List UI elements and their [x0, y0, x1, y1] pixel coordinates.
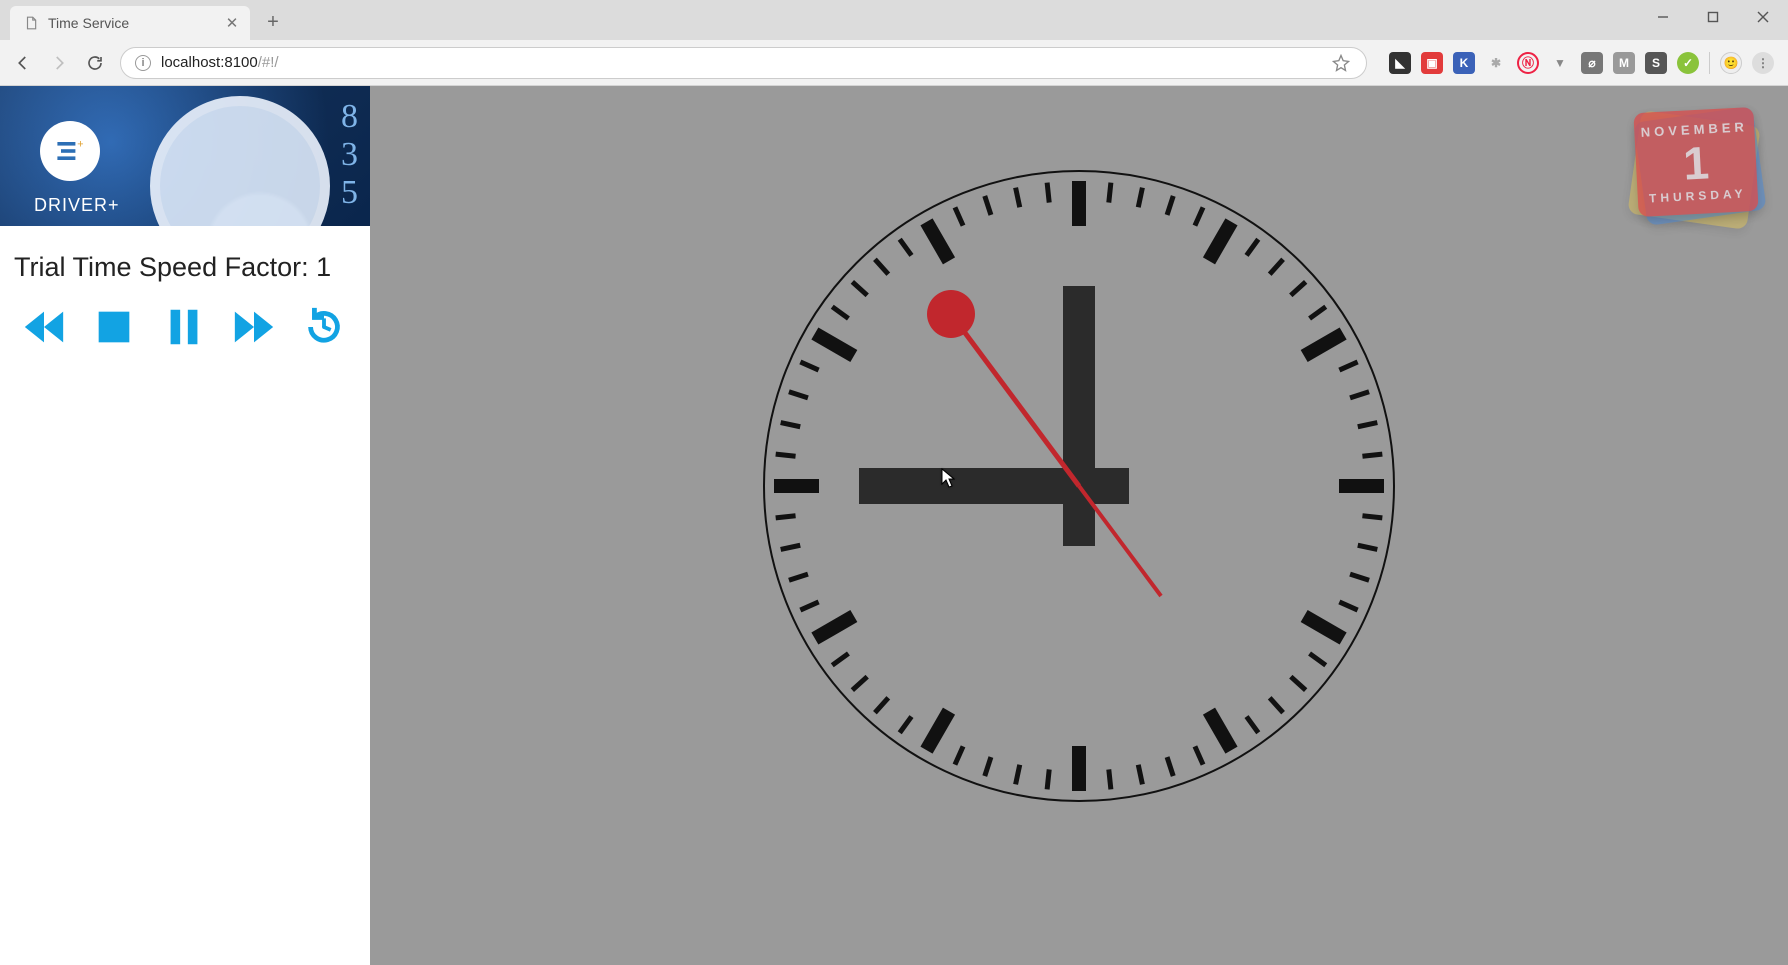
- divider: [1709, 52, 1710, 74]
- extension-icon[interactable]: ▼: [1549, 52, 1571, 74]
- extension-icon[interactable]: Ⓝ: [1517, 52, 1539, 74]
- analog-clock: [759, 166, 1399, 806]
- playback-controls: [0, 299, 370, 355]
- speed-value: 1: [316, 252, 331, 282]
- url-text: localhost:8100/#!/: [161, 54, 1320, 71]
- forward-button[interactable]: [48, 52, 70, 74]
- decorative-digits: 835: [341, 98, 358, 212]
- site-info-icon[interactable]: i: [135, 55, 151, 71]
- fast-forward-button[interactable]: [230, 303, 278, 351]
- stop-button[interactable]: [90, 303, 138, 351]
- extensions-row: ◣ ▣ K ✱ Ⓝ ▼ ⌀ M S ✓ 🙂 ⋮: [1381, 52, 1776, 74]
- close-tab-button[interactable]: ✕: [224, 15, 240, 31]
- back-button[interactable]: [12, 52, 34, 74]
- profile-avatar-icon[interactable]: 🙂: [1720, 52, 1742, 74]
- reset-time-button[interactable]: [300, 303, 348, 351]
- url-field[interactable]: i localhost:8100/#!/: [120, 47, 1367, 79]
- sidebar-header: 835 + DRIVER+: [0, 86, 370, 226]
- extension-icon[interactable]: K: [1453, 52, 1475, 74]
- file-icon: [24, 16, 38, 30]
- speed-prefix: Trial Time Speed Factor:: [14, 252, 316, 282]
- title-bar: Time Service ✕ +: [0, 0, 1788, 40]
- browser-chrome: Time Service ✕ + i localhost:8100/#!/: [0, 0, 1788, 86]
- brand-logo: +: [40, 121, 100, 181]
- main-area: NOVEMBER 1 THURSDAY: [370, 86, 1788, 965]
- calendar-front-page: NOVEMBER 1 THURSDAY: [1633, 107, 1758, 217]
- window-controls: [1638, 0, 1788, 34]
- maximize-button[interactable]: [1688, 0, 1738, 34]
- browser-tab[interactable]: Time Service ✕: [10, 6, 250, 40]
- tab-title: Time Service: [48, 15, 214, 31]
- extension-icon[interactable]: ◣: [1389, 52, 1411, 74]
- pause-button[interactable]: [160, 303, 208, 351]
- extension-icon[interactable]: S: [1645, 52, 1667, 74]
- menu-icon[interactable]: ⋮: [1752, 52, 1774, 74]
- url-host: localhost:8100: [161, 54, 258, 71]
- close-window-button[interactable]: [1738, 0, 1788, 34]
- reload-button[interactable]: [84, 52, 106, 74]
- brand-name: DRIVER+: [34, 195, 120, 216]
- speed-factor-label: Trial Time Speed Factor: 1: [0, 226, 370, 299]
- page-body: 835 + DRIVER+ Trial Time Speed Factor: 1: [0, 86, 1788, 965]
- extension-icon[interactable]: ✱: [1485, 52, 1507, 74]
- extension-icon[interactable]: M: [1613, 52, 1635, 74]
- mouse-cursor-icon: [941, 468, 955, 488]
- extension-icon[interactable]: ✓: [1677, 52, 1699, 74]
- minimize-button[interactable]: [1638, 0, 1688, 34]
- calendar-weekday: THURSDAY: [1649, 186, 1747, 205]
- extension-icon[interactable]: ⌀: [1581, 52, 1603, 74]
- bookmark-star-icon[interactable]: [1330, 52, 1352, 74]
- calendar-day: 1: [1682, 139, 1710, 186]
- svg-text:+: +: [77, 138, 83, 150]
- rewind-button[interactable]: [20, 303, 68, 351]
- calendar-widget: NOVEMBER 1 THURSDAY: [1634, 104, 1764, 224]
- decorative-mini-clock: [150, 96, 330, 226]
- url-path: /#!/: [258, 54, 279, 71]
- address-bar: i localhost:8100/#!/ ◣ ▣ K ✱ Ⓝ ▼ ⌀ M S ✓…: [0, 40, 1788, 86]
- extension-icon[interactable]: ▣: [1421, 52, 1443, 74]
- new-tab-button[interactable]: +: [258, 7, 288, 37]
- sidebar: 835 + DRIVER+ Trial Time Speed Factor: 1: [0, 86, 370, 965]
